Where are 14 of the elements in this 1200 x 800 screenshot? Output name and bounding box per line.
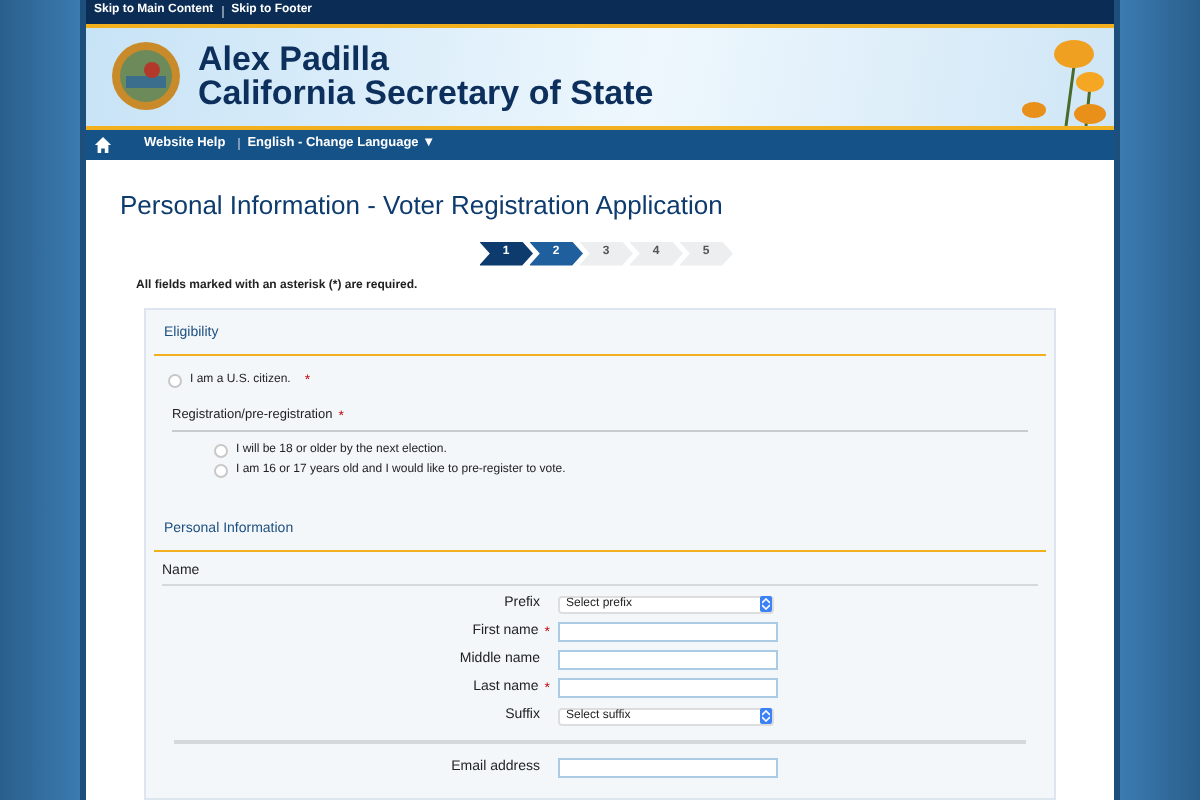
- select-arrows-icon: [760, 708, 772, 724]
- radio-button[interactable]: [168, 374, 182, 389]
- text-input[interactable]: [558, 678, 778, 698]
- text-input[interactable]: [558, 758, 778, 778]
- radio-button[interactable]: [214, 464, 228, 478]
- state-seal-icon: [110, 40, 182, 113]
- select-arrows-icon: [760, 596, 772, 612]
- text-input[interactable]: [558, 650, 778, 670]
- text-input[interactable]: [558, 622, 778, 642]
- office-title: California Secretary of State: [198, 76, 654, 111]
- home-icon[interactable]: [94, 135, 112, 154]
- page-title: Personal Information - Voter Registration Application: [120, 189, 725, 222]
- radio-button[interactable]: [214, 444, 228, 458]
- official-name: Alex Padilla: [198, 42, 391, 77]
